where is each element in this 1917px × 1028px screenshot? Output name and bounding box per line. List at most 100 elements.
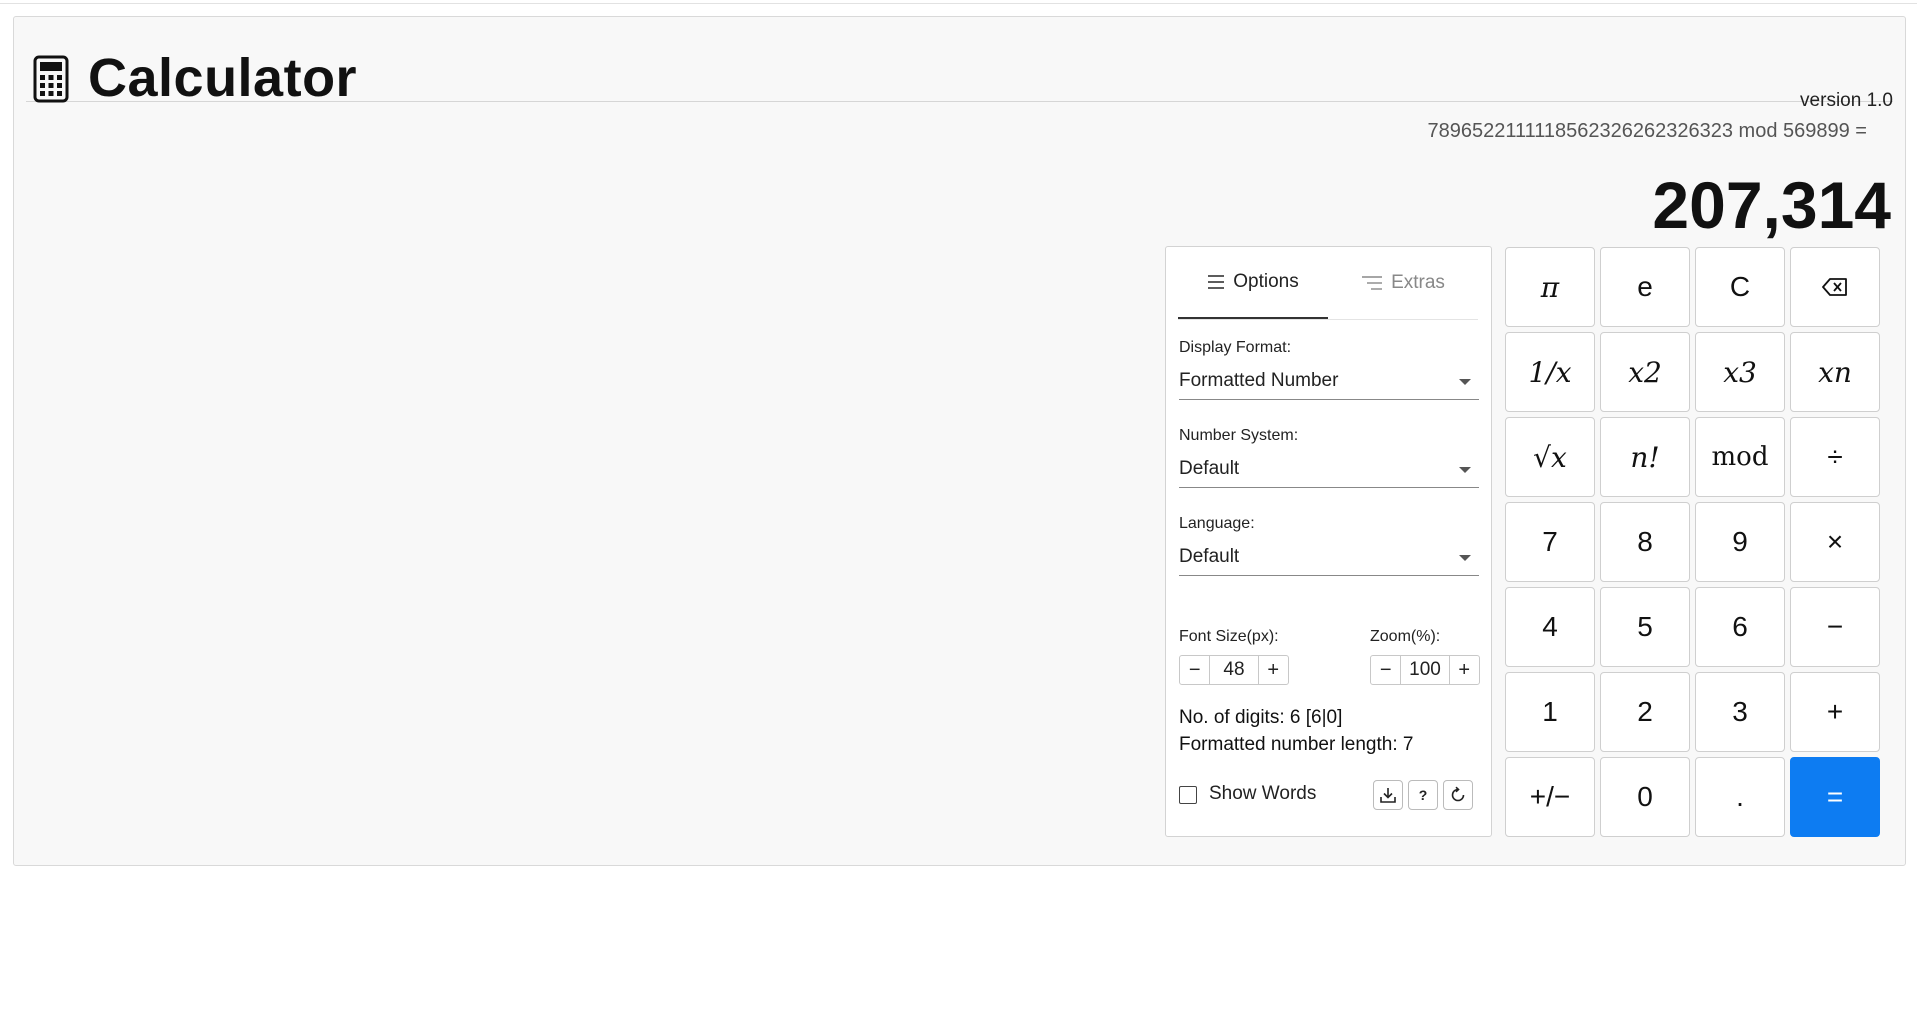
cube-key[interactable]: x3 <box>1695 332 1785 412</box>
backspace-icon <box>1822 278 1847 296</box>
digits-info: No. of digits: 6 [6|0] <box>1179 707 1343 728</box>
square-key-label: x2 <box>1628 355 1662 389</box>
digit-5-label: 5 <box>1637 611 1653 642</box>
backspace-key[interactable] <box>1790 247 1880 327</box>
digit-0-key[interactable]: 0 <box>1600 757 1690 837</box>
header: Calculator version 1.0 <box>26 35 1893 111</box>
digit-4-key[interactable]: 4 <box>1505 587 1595 667</box>
reciprocal-key[interactable]: 1/x <box>1505 332 1595 412</box>
number-system-label: Number System: <box>1179 427 1299 444</box>
divide-key-label: ÷ <box>1827 441 1843 472</box>
factorial-key[interactable]: n! <box>1600 417 1690 497</box>
tab-extras-label: Extras <box>1391 272 1445 293</box>
pi-key[interactable]: π <box>1505 247 1595 327</box>
negate-key-label: +/− <box>1529 781 1571 812</box>
chevron-down-icon <box>1459 555 1471 561</box>
calculator-icon <box>33 55 69 103</box>
number-system-value: Default <box>1179 458 1240 479</box>
list-indent-icon <box>1362 276 1383 290</box>
display-format-select[interactable]: Formatted Number <box>1179 364 1479 400</box>
digit-1-label: 1 <box>1542 696 1558 727</box>
digit-7-key[interactable]: 7 <box>1505 502 1595 582</box>
help-icon: ? <box>1418 787 1428 803</box>
clear-key[interactable]: C <box>1695 247 1785 327</box>
square-key[interactable]: x2 <box>1600 332 1690 412</box>
digit-2-key[interactable]: 2 <box>1600 672 1690 752</box>
digit-5-key[interactable]: 5 <box>1600 587 1690 667</box>
digit-7-label: 7 <box>1542 526 1558 557</box>
subtract-key[interactable]: − <box>1790 587 1880 667</box>
app-title: Calculator <box>88 48 358 108</box>
sqrt-key[interactable]: √x <box>1505 417 1595 497</box>
zoom-increase-button[interactable]: + <box>1450 656 1479 684</box>
pi-key-label: π <box>1540 270 1560 304</box>
mod-key-label: mod <box>1711 442 1769 472</box>
result-display: 207,314 <box>1652 168 1891 242</box>
digit-3-key[interactable]: 3 <box>1695 672 1785 752</box>
factorial-key-label: n! <box>1630 440 1660 474</box>
cube-key-label: x3 <box>1723 355 1757 389</box>
refresh-button[interactable] <box>1443 780 1473 810</box>
display-format-value: Formatted Number <box>1179 370 1339 391</box>
digit-8-label: 8 <box>1637 526 1653 557</box>
sqrt-key-label: √x <box>1533 440 1567 474</box>
clear-key-label: C <box>1729 271 1751 302</box>
digit-1-key[interactable]: 1 <box>1505 672 1595 752</box>
font-size-increase-button[interactable]: + <box>1259 656 1288 684</box>
font-size-label: Font Size(px): <box>1179 628 1279 645</box>
digit-6-label: 6 <box>1732 611 1748 642</box>
help-button[interactable]: ? <box>1408 780 1438 810</box>
language-label: Language: <box>1179 515 1255 532</box>
tab-options-label: Options <box>1233 271 1299 292</box>
language-value: Default <box>1179 546 1240 567</box>
download-icon <box>1380 788 1396 803</box>
zoom-decrease-button[interactable]: − <box>1371 656 1400 684</box>
multiply-key[interactable]: × <box>1790 502 1880 582</box>
mod-key[interactable]: mod <box>1695 417 1785 497</box>
digit-4-label: 4 <box>1542 611 1558 642</box>
power-key[interactable]: xn <box>1790 332 1880 412</box>
reciprocal-key-label: 1/x <box>1528 355 1572 389</box>
zoom-value[interactable]: 100 <box>1400 656 1450 684</box>
digit-3-label: 3 <box>1732 696 1748 727</box>
digit-6-key[interactable]: 6 <box>1695 587 1785 667</box>
e-key[interactable]: e <box>1600 247 1690 327</box>
refresh-icon <box>1451 786 1465 802</box>
number-system-select[interactable]: Default <box>1179 452 1479 488</box>
multiply-key-label: × <box>1826 526 1844 557</box>
decimal-key[interactable]: . <box>1695 757 1785 837</box>
tab-extras[interactable]: Extras <box>1328 247 1478 319</box>
language-select[interactable]: Default <box>1179 540 1479 576</box>
power-key-label: xn <box>1818 355 1852 389</box>
e-key-label: e <box>1637 271 1653 302</box>
equals-key-label: = <box>1826 781 1844 812</box>
top-border <box>0 0 1917 4</box>
equals-key[interactable]: = <box>1790 757 1880 837</box>
expression-display: 7896522111118562326262326323 mod 569899 … <box>1427 120 1867 142</box>
version-label: version 1.0 <box>1800 90 1893 111</box>
digit-2-label: 2 <box>1637 696 1653 727</box>
zoom-label: Zoom(%): <box>1370 628 1441 645</box>
chevron-down-icon <box>1459 467 1471 473</box>
options-panel: Options Extras Display Format: Formatted… <box>1165 246 1492 837</box>
length-info: Formatted number length: 7 <box>1179 734 1414 755</box>
list-icon <box>1208 275 1225 289</box>
tab-options[interactable]: Options <box>1178 247 1328 319</box>
display-format-label: Display Format: <box>1179 339 1292 356</box>
add-key-label: + <box>1826 696 1844 727</box>
digit-0-label: 0 <box>1637 781 1653 812</box>
decimal-key-label: . <box>1736 781 1744 812</box>
font-size-decrease-button[interactable]: − <box>1180 656 1209 684</box>
font-size-value[interactable]: 48 <box>1209 656 1259 684</box>
divide-key[interactable]: ÷ <box>1790 417 1880 497</box>
digit-8-key[interactable]: 8 <box>1600 502 1690 582</box>
show-words-label: Show Words <box>1209 783 1317 804</box>
show-words-checkbox[interactable] <box>1179 786 1197 804</box>
subtract-key-label: − <box>1826 611 1844 642</box>
add-key[interactable]: + <box>1790 672 1880 752</box>
chevron-down-icon <box>1459 379 1471 385</box>
download-button[interactable] <box>1373 780 1403 810</box>
negate-key[interactable]: +/− <box>1505 757 1595 837</box>
digit-9-label: 9 <box>1732 526 1748 557</box>
digit-9-key[interactable]: 9 <box>1695 502 1785 582</box>
